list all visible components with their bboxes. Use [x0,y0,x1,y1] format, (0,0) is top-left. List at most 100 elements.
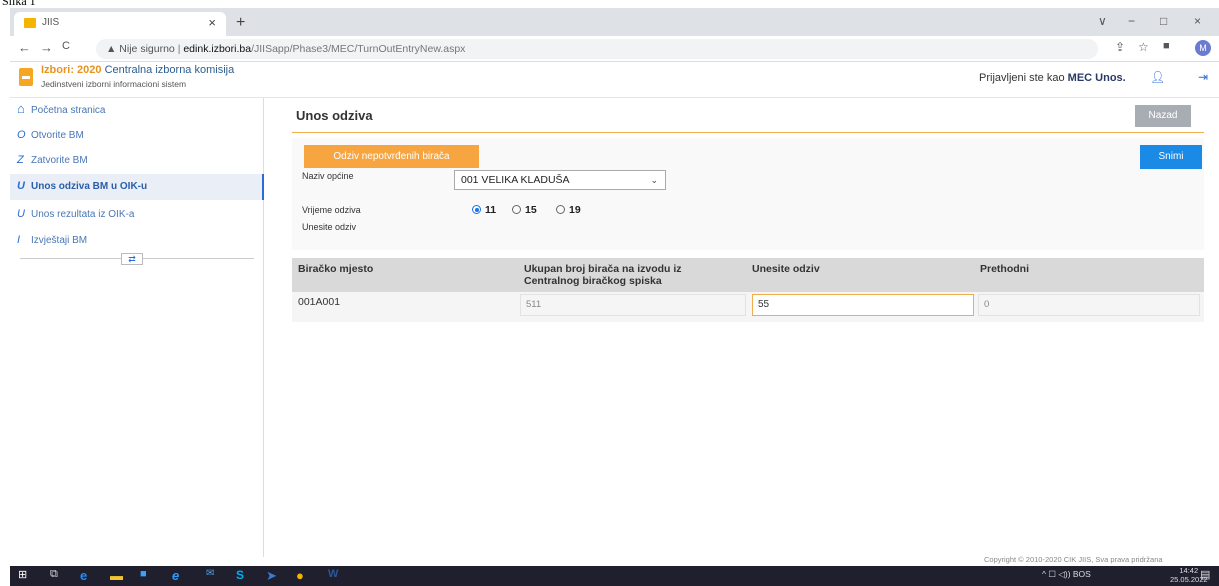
column-header-previous: Prethodni [980,263,1029,275]
sidebar-item-label: Početna stranica [31,105,106,116]
internet-explorer-icon[interactable]: e [172,568,179,583]
radio-icon [556,205,565,214]
time-radio-19[interactable]: 19 [556,204,581,216]
profile-avatar[interactable]: M [1195,40,1211,56]
logout-icon[interactable]: ⇥ [1198,70,1208,84]
back-arrow-icon[interactable]: ← [18,40,31,55]
radio-label: 11 [485,204,497,216]
sidebar-item-results-entry[interactable]: U Unos rezultata iz OIK-a [10,202,264,228]
table-row: 001A001 511 55 0 [292,292,1204,322]
sidebar-item-turnout-entry[interactable]: U Unos odziva BM u OIK-u [10,174,264,200]
url-path: /JIISapp/Phase3/MEC/TurnOutEntryNew.aspx [251,43,466,55]
user-icon[interactable]: 👤︎ [1150,70,1165,84]
task-view-icon[interactable]: ⧉ [50,568,58,581]
minimize-button[interactable]: − [1128,14,1135,28]
election-year: Izbori: 2020 [41,64,102,76]
maximize-button[interactable]: □ [1160,14,1167,28]
close-tab-icon[interactable]: × [208,15,216,30]
sidebar-item-home[interactable]: ⌂ Početna stranica [10,98,264,124]
sidebar-item-reports[interactable]: I Izvještaji BM [10,228,264,254]
column-header-station: Biračko mjesto [298,263,374,275]
brand-title: Izbori: 2020 Centralna izborna komisija [41,64,234,76]
url-separator: | [177,43,181,55]
reload-icon[interactable]: C [62,40,70,52]
copyright-text: Copyright © 2010-2020 CIK JIIS, Sva prav… [984,555,1163,564]
brand-subtitle: Jedinstveni izborni informacioni sistem [41,79,187,89]
home-icon: ⌂ [17,101,25,116]
commission-name: Centralna izborna komisija [104,64,235,76]
municipality-select[interactable]: 001 VELIKA KLADUŠA ⌄ [454,170,666,190]
save-button[interactable]: Snimi [1140,145,1202,169]
municipality-label: Naziv općine [302,171,354,181]
turnout-input[interactable]: 55 [752,294,974,316]
title-underline [292,132,1204,133]
sidepanel-icon[interactable]: ■ [1163,40,1170,52]
browser-toolbar: ← → C ▲ Nije sigurno | edink.izbori.ba/J… [10,36,1219,62]
radio-icon [512,205,521,214]
chevron-down-icon: ⌄ [650,175,658,185]
table-header: Biračko mjesto Ukupan broj birača na izv… [292,258,1204,292]
folder-icon [24,18,36,28]
entry-form-panel: Odziv nepotvrđenih birača Snimi Naziv op… [292,138,1204,250]
share-icon[interactable]: ⇪ [1115,40,1125,54]
skype-icon[interactable]: S [236,568,244,582]
logged-in-user: MEC Unos. [1067,72,1126,84]
total-voters-cell: 511 [520,294,746,316]
browser-tab-bar: JIIS × + ∨ − □ × [10,8,1219,36]
time-radio-15[interactable]: 15 [512,204,537,216]
store-icon[interactable]: ■ [140,568,147,580]
radio-selected-icon [472,205,481,214]
o-icon: O [17,129,26,141]
sidebar-item-label: Zatvorite BM [31,155,88,166]
sidebar-item-label: Unos odziva BM u OIK-u [31,181,148,192]
sidebar-item-label: Unos rezultata iz OIK-a [31,209,135,220]
tab-search-icon[interactable]: ∨ [1098,14,1107,28]
arrow-app-icon[interactable]: ➤ [266,568,277,584]
radio-label: 19 [569,204,581,216]
word-icon[interactable]: W [328,568,338,580]
municipality-value: 001 VELIKA KLADUŠA [461,174,570,186]
column-header-turnout: Unesite odziv [752,263,820,275]
u-icon: U [17,180,25,192]
close-window-button[interactable]: × [1194,14,1201,28]
browser-tab[interactable]: JIIS × [14,12,226,36]
tab-title: JIIS [42,17,60,28]
logged-in-info: Prijavljeni ste kao MEC Unos. [979,72,1126,84]
address-bar[interactable]: ▲ Nije sigurno | edink.izbori.ba/JIISapp… [96,39,1098,59]
notifications-icon[interactable]: ▤ [1200,568,1210,581]
z-icon: Z [17,154,24,166]
sidebar-item-label: Izvještaji BM [31,235,88,246]
previous-cell: 0 [978,294,1200,316]
edge-legacy-icon[interactable]: e [80,568,87,583]
enter-turnout-label: Unesite odziv [302,222,357,232]
logo-slot [22,76,30,79]
sidebar: ⌂ Početna stranica O Otvorite BM Z Zatvo… [10,98,264,557]
windows-taskbar: ⊞ ⧉ e ▬ ■ e ✉ S ➤ ● W ^ ☐ ◁)) BOS 14:42 … [10,566,1219,586]
unconfirmed-voters-button[interactable]: Odziv nepotvrđenih birača [304,145,479,168]
file-explorer-icon[interactable]: ▬ [110,568,123,583]
chrome-icon[interactable]: ● [296,568,304,583]
u-icon: U [17,208,25,220]
column-header-total: Ukupan broj birača na izvodu iz Centraln… [524,263,682,287]
time-radio-11[interactable]: 11 [472,204,496,216]
document-caption-fragment: Slika 1 [0,0,40,8]
sidebar-toggle-icon[interactable]: ⇄ [121,253,143,265]
bookmark-star-icon[interactable]: ☆ [1138,40,1149,54]
sidebar-item-close-bm[interactable]: Z Zatvorite BM [10,148,264,174]
main-content: Unos odziva Nazad Odziv nepotvrđenih bir… [264,98,1219,557]
time-label: Vrijeme odziva [302,205,361,215]
sidebar-item-open-bm[interactable]: O Otvorite BM [10,123,264,149]
system-tray[interactable]: ^ ☐ ◁)) BOS [1042,569,1091,580]
back-button[interactable]: Nazad [1135,105,1191,127]
not-secure-warning[interactable]: ▲ Nije sigurno [106,43,175,55]
new-tab-button[interactable]: + [236,14,245,32]
url-host: edink.izbori.ba [183,43,252,55]
station-cell: 001A001 [298,296,341,308]
logged-in-prefix: Prijavljeni ste kao [979,72,1065,84]
radio-label: 15 [525,204,537,216]
forward-arrow-icon[interactable]: → [40,40,53,55]
sidebar-item-label: Otvorite BM [31,130,84,141]
start-icon[interactable]: ⊞ [18,568,27,581]
mail-icon[interactable]: ✉ [206,568,214,579]
app-header: Izbori: 2020 Centralna izborna komisija … [10,62,1219,98]
